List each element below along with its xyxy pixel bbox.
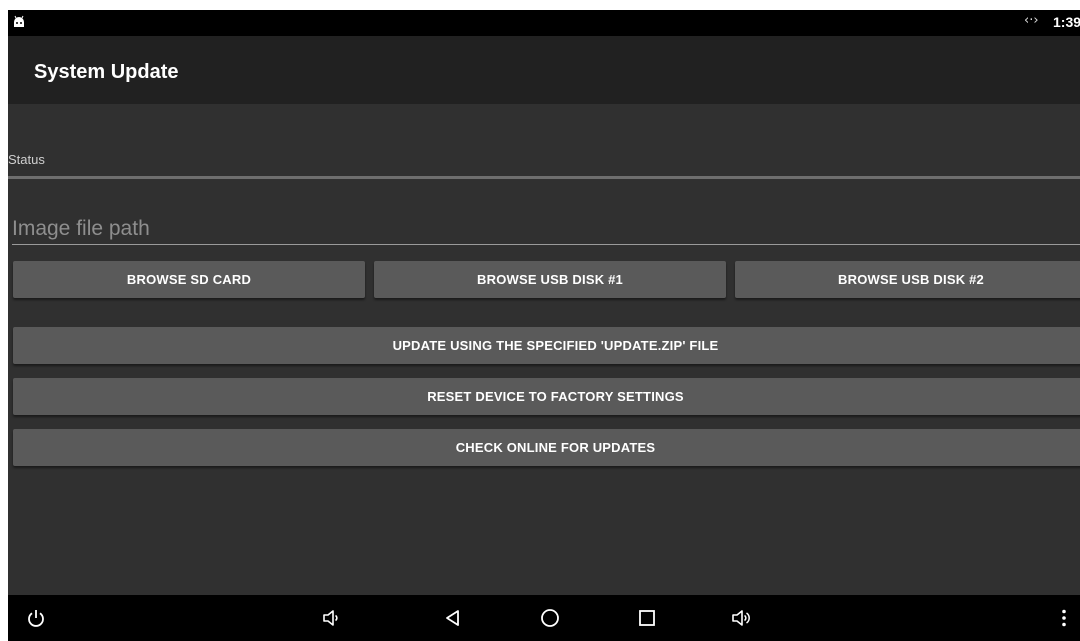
more-vert-icon[interactable] [1054,595,1074,641]
status-divider [8,176,1080,179]
recents-icon[interactable] [632,595,662,641]
volume-down-icon[interactable] [316,595,346,641]
image-path-input[interactable] [12,214,1080,245]
status-label: Status [8,152,45,167]
browse-usb-disk-1-button[interactable]: BROWSE USB DISK #1 [374,261,726,298]
app-bar: System Update [8,36,1080,104]
home-icon[interactable] [535,595,565,641]
status-clock: 1:39 [1053,14,1080,30]
update-zip-button[interactable]: UPDATE USING THE SPECIFIED 'UPDATE.ZIP' … [13,327,1080,364]
back-icon[interactable] [438,595,468,641]
device-screen: ‹·› 1:39 System Update Status BROWSE SD … [8,10,1080,641]
android-icon [14,15,24,27]
factory-reset-button[interactable]: RESET DEVICE TO FACTORY SETTINGS [13,378,1080,415]
volume-up-icon[interactable] [726,595,758,641]
navigation-bar [8,595,1080,641]
browse-usb-disk-2-button[interactable]: BROWSE USB DISK #2 [735,261,1080,298]
browse-sd-card-button[interactable]: BROWSE SD CARD [13,261,365,298]
page-title: System Update [34,61,179,83]
power-icon[interactable] [22,595,50,641]
status-bar: ‹·› 1:39 [8,10,1080,36]
check-online-updates-button[interactable]: CHECK ONLINE FOR UPDATES [13,429,1080,466]
sync-icon: ‹·› [1024,13,1039,28]
